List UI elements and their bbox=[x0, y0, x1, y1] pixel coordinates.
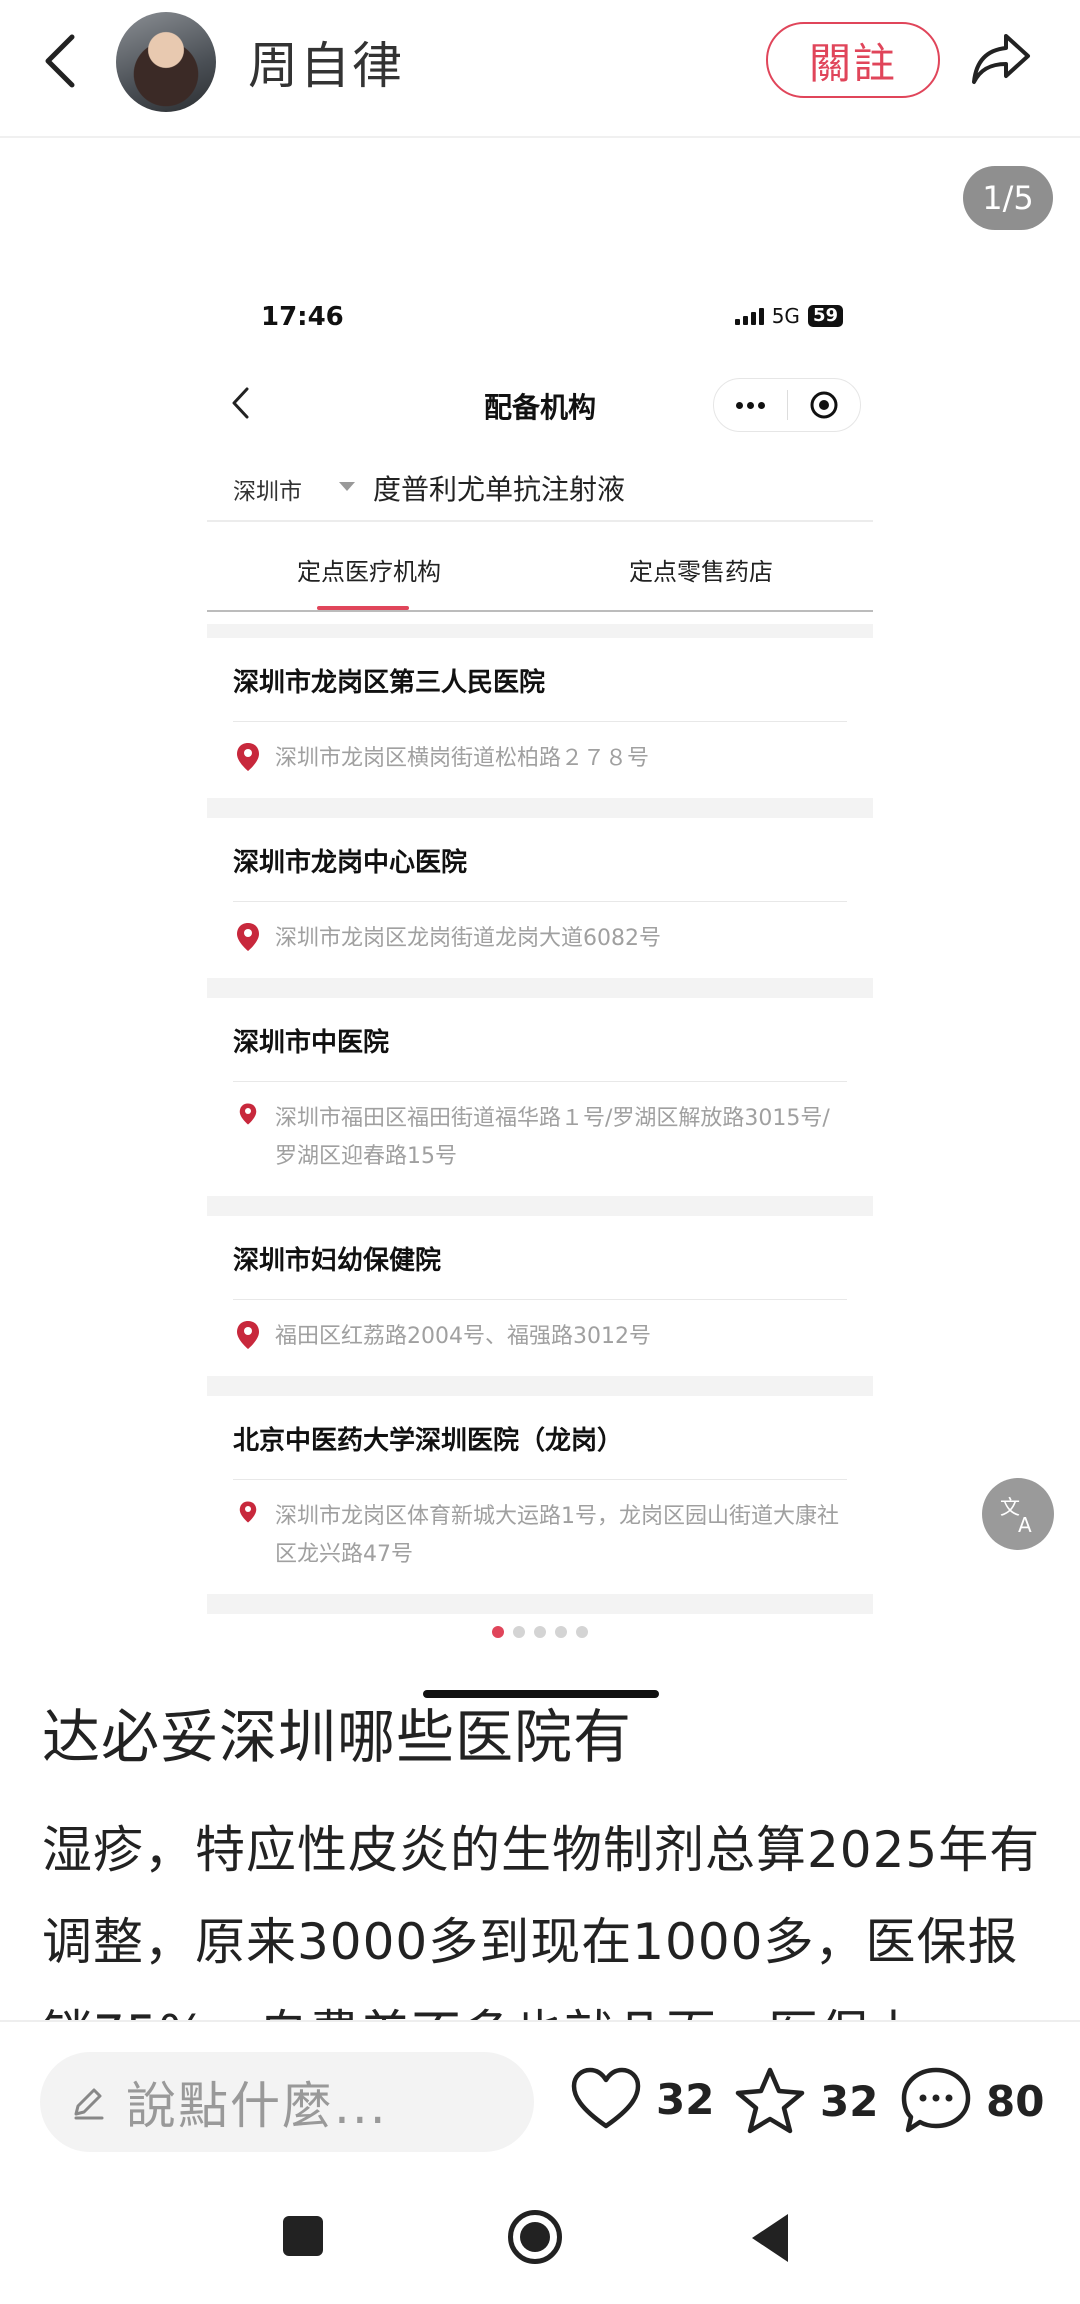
drug-name: 度普利尤单抗注射液 bbox=[373, 473, 626, 506]
list-item: 北京中医药大学深圳医院（龙岗） 深圳市龙岗区体育新城大运路1号，龙岗区园山街道大… bbox=[207, 1396, 873, 1594]
share-button[interactable] bbox=[966, 26, 1036, 92]
image-counter: 1/5 bbox=[963, 166, 1053, 230]
pager-dot bbox=[576, 1626, 588, 1638]
system-back-button[interactable] bbox=[752, 2214, 788, 2262]
svg-text:A: A bbox=[1018, 1513, 1032, 1536]
institution-address: 深圳市龙岗区横岗街道松柏路２７８号 bbox=[275, 746, 650, 771]
institution-address: 深圳市福田区福田街道福华路１号/罗湖区解放路3015号/罗湖区迎春路15号 bbox=[275, 1106, 830, 1169]
institution-address: 福田区红荔路2004号、福强路3012号 bbox=[275, 1324, 651, 1349]
recent-apps-button[interactable] bbox=[283, 2216, 323, 2256]
comment-count: 80 bbox=[986, 2076, 1045, 2126]
like-button[interactable]: 32 bbox=[570, 2066, 714, 2132]
avatar[interactable] bbox=[116, 12, 216, 112]
miniprogram-navbar: 配备机构 bbox=[207, 368, 873, 442]
battery-icon: 59 bbox=[807, 305, 843, 327]
active-tab-indicator bbox=[317, 606, 409, 610]
institution-address: 深圳市龙岗区龙岗街道龙岗大道6082号 bbox=[275, 926, 661, 951]
more-icon bbox=[714, 379, 787, 431]
tab-medical-institutions: 定点医疗机构 bbox=[297, 558, 441, 586]
back-button[interactable] bbox=[30, 28, 90, 94]
like-count: 32 bbox=[656, 2074, 715, 2124]
post-header: 周自律 關註 bbox=[0, 0, 1080, 138]
institution-name: 深圳市龙岗中心医院 bbox=[233, 818, 847, 902]
post-body: 湿疹，特应性皮炎的生物制剂总算2025年有调整，原来3000多到现在1000多，… bbox=[42, 1821, 1041, 2024]
action-bar: 說點什麼... 32 32 80 bbox=[0, 2020, 1080, 2180]
embedded-screenshot: 17:46 5G 59 配备机构 深圳市 度普利尤单抗注射液 定点医疗机构 定点… bbox=[207, 288, 873, 1713]
close-target-icon bbox=[788, 379, 861, 431]
institution-name: 深圳市妇幼保健院 bbox=[233, 1216, 847, 1300]
tab-retail-pharmacies: 定点零售药店 bbox=[629, 558, 773, 586]
post-title: 达必妥深圳哪些医院有 bbox=[42, 1703, 633, 1771]
list-item: 深圳市中医院 深圳市福田区福田街道福华路１号/罗湖区解放路3015号/罗湖区迎春… bbox=[207, 998, 873, 1196]
comment-placeholder: 說點什麼... bbox=[126, 2077, 388, 2135]
pencil-icon bbox=[74, 2088, 104, 2120]
favorite-count: 32 bbox=[820, 2076, 879, 2126]
list-item: 深圳市妇幼保健院 福田区红荔路2004号、福强路3012号 bbox=[207, 1216, 873, 1376]
translate-icon: 文 A bbox=[1000, 1495, 1032, 1536]
institution-tabs: 定点医疗机构 定点零售药店 bbox=[207, 524, 873, 612]
pager-dot bbox=[555, 1626, 567, 1638]
location-pin-icon bbox=[233, 920, 263, 952]
author-name[interactable]: 周自律 bbox=[248, 26, 404, 98]
institution-address: 深圳市龙岗区体育新城大运路1号，龙岗区园山街道大康社区龙兴路47号 bbox=[275, 1504, 839, 1567]
follow-button[interactable]: 關註 bbox=[766, 22, 940, 98]
image-carousel[interactable]: 17:46 5G 59 配备机构 深圳市 度普利尤单抗注射液 定点医疗机构 定点… bbox=[0, 138, 1080, 1713]
list-item: 深圳市龙岗中心医院 深圳市龙岗区龙岗街道龙岗大道6082号 bbox=[207, 818, 873, 978]
caret-down-icon bbox=[339, 482, 355, 491]
institution-name: 北京中医药大学深圳医院（龙岗） bbox=[233, 1396, 847, 1480]
pager-dot bbox=[513, 1626, 525, 1638]
home-button[interactable] bbox=[508, 2210, 562, 2264]
mp-capsule bbox=[713, 378, 861, 432]
city-filter: 深圳市 bbox=[233, 479, 302, 505]
institution-name: 深圳市中医院 bbox=[233, 998, 847, 1082]
chevron-left-icon bbox=[45, 34, 75, 88]
favorite-button[interactable]: 32 bbox=[734, 2066, 878, 2136]
institution-name: 深圳市龙岗区第三人民医院 bbox=[233, 638, 847, 722]
institution-list: 深圳市龙岗区第三人民医院 深圳市龙岗区横岗街道松柏路２７８号 深圳市龙岗中心医院… bbox=[207, 624, 873, 1614]
system-nav-bar bbox=[0, 2180, 1080, 2304]
carousel-pager bbox=[0, 1626, 1080, 1638]
status-time: 17:46 bbox=[261, 302, 344, 332]
signal-icon bbox=[734, 307, 764, 325]
location-pin-icon bbox=[233, 1498, 263, 1524]
filter-bar: 深圳市 度普利尤单抗注射液 bbox=[207, 450, 873, 522]
heart-icon bbox=[571, 2067, 641, 2129]
status-indicators: 5G 59 bbox=[734, 304, 843, 328]
location-pin-icon bbox=[233, 1100, 263, 1126]
list-item: 深圳市龙岗区第三人民医院 深圳市龙岗区横岗街道松柏路２７８号 bbox=[207, 638, 873, 798]
location-pin-icon bbox=[233, 740, 263, 772]
location-pin-icon bbox=[233, 1318, 263, 1350]
network-label: 5G bbox=[771, 304, 800, 328]
translate-button[interactable]: 文 A bbox=[982, 1478, 1054, 1550]
share-icon bbox=[972, 34, 1030, 84]
svg-text:文: 文 bbox=[1000, 1495, 1020, 1519]
comment-input[interactable]: 說點什麼... bbox=[40, 2052, 534, 2152]
pager-dot-active bbox=[492, 1626, 504, 1638]
comment-button[interactable]: 80 bbox=[900, 2066, 1044, 2136]
pager-dot bbox=[534, 1626, 546, 1638]
star-icon bbox=[735, 2067, 805, 2134]
chat-bubble-icon bbox=[901, 2067, 971, 2133]
